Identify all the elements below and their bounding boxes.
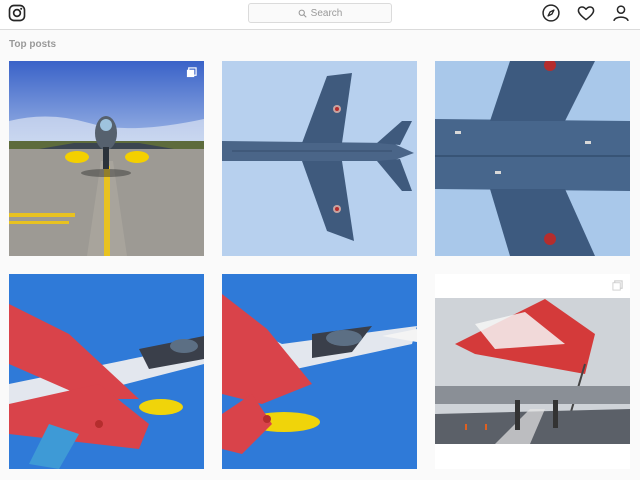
search-placeholder: Search [310,7,343,19]
top-navigation-bar: Search [0,0,640,30]
instagram-icon[interactable] [8,4,26,22]
post-thumbnail[interactable] [222,61,417,256]
multiple-photos-icon [612,280,623,291]
jet-runway-photo [9,61,204,256]
post-thumbnail[interactable] [222,274,417,469]
jet-underside-photo [222,61,417,256]
jet-closeup-photo [435,61,630,256]
profile-icon[interactable] [611,3,631,23]
post-thumbnail[interactable] [435,61,630,256]
heart-icon[interactable] [576,3,596,23]
post-thumbnail[interactable] [435,274,630,469]
red-jet-banking-photo [222,274,417,469]
explore-compass-icon[interactable] [541,3,561,23]
search-icon [298,9,307,18]
post-thumbnail[interactable] [9,61,204,256]
section-title-top-posts: Top posts [9,39,57,50]
red-jet-photo [9,274,204,469]
post-thumbnail[interactable] [9,274,204,469]
multiple-photos-icon [186,67,197,78]
festival-flag-photo [435,274,630,469]
search-input[interactable]: Search [248,3,392,23]
